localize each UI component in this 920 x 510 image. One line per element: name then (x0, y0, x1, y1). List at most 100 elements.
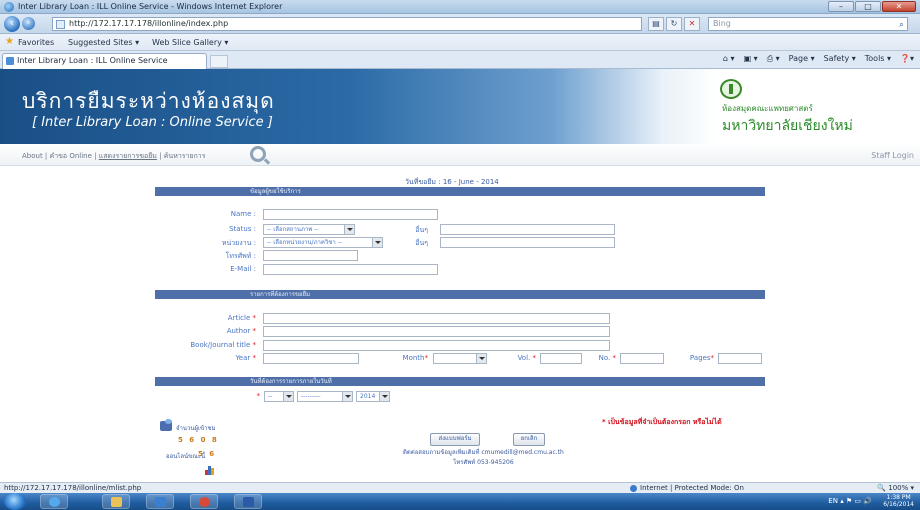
phone-field[interactable] (263, 250, 358, 261)
status-other-field[interactable] (440, 224, 615, 235)
volume-label: Vol. * (517, 354, 536, 362)
book-journal-title-field[interactable] (263, 340, 610, 351)
address-field[interactable]: http://172.17.17.178/illonline/index.php (52, 17, 642, 31)
new-tab-button[interactable] (210, 55, 228, 68)
taskbar-ie-button[interactable] (40, 494, 68, 509)
help-menu[interactable]: ❓▾ (900, 54, 914, 64)
web-slice-gallery-link[interactable]: Web Slice Gallery ▾ (152, 38, 228, 47)
internet-explorer-icon (4, 2, 14, 12)
author-field[interactable] (263, 326, 610, 337)
nav-request-list[interactable]: แสดงรายการขอยืม (99, 152, 157, 160)
article-field[interactable] (263, 313, 610, 324)
stats-chart-icon[interactable] (205, 466, 215, 475)
globe-icon (630, 485, 637, 492)
system-clock[interactable]: 1:38 PM 6/16/2014 (883, 494, 914, 508)
taskbar-explorer-button[interactable] (102, 494, 130, 509)
banner-thai-title: บริการยืมระหว่างห้องสมุด (22, 89, 275, 113)
online-count: 5 6 (198, 450, 217, 458)
visitors-icon (160, 419, 172, 431)
section-needed-by: วันที่ต้องการรายการภายในวันที่ (155, 377, 765, 386)
refresh-icon[interactable]: ↻ (666, 17, 682, 31)
nav-about[interactable]: About (22, 152, 43, 160)
suggested-sites-link[interactable]: Suggested Sites ▾ (68, 38, 139, 47)
contact-info: ติดต่อสอบถามข้อมูลเพิ่มเติมที่ cmumedill… (403, 447, 564, 467)
name-field[interactable] (263, 209, 438, 220)
nav-search[interactable]: ค้นหารายการ (164, 152, 206, 160)
site-banner: บริการยืมระหว่างห้องสมุด [ Inter Library… (0, 69, 920, 144)
needed-month-value: --------- (301, 393, 321, 400)
status-select[interactable]: -- เลือกสถานภาพ -- (263, 224, 355, 235)
minimize-button[interactable]: – (828, 1, 854, 12)
pages-field[interactable] (718, 353, 762, 364)
banner-english-title: [ Inter Library Loan : Online Service ] (32, 115, 273, 130)
visitor-count-label: จำนวนผู้เข้าชม (176, 425, 216, 432)
library-name: ห้องสมุดคณะแพทยศาสตร์ (722, 104, 813, 113)
start-button[interactable] (4, 493, 26, 510)
tools-menu[interactable]: Tools ▾ (865, 54, 891, 64)
magnifier-search-icon[interactable] (250, 146, 266, 162)
volume-field[interactable] (540, 353, 582, 364)
required-note: * เป็นข้อมูลที่จำเป็นต้องกรอก หรือไม่ได้ (602, 418, 722, 426)
month-label: Month* (402, 354, 428, 362)
stop-icon[interactable]: ✕ (684, 17, 700, 31)
needed-day-value: -- (268, 393, 273, 400)
chevron-down-icon (372, 238, 382, 247)
email-label: E-Mail : (230, 265, 256, 273)
home-icon[interactable]: ⌂ ▾ (723, 54, 735, 64)
section-item-info: รายการที่ต้องการขอยืม (155, 290, 765, 299)
taskbar-media-button[interactable] (146, 494, 174, 509)
month-select[interactable] (433, 353, 487, 364)
needed-day-select[interactable]: -- (264, 391, 294, 402)
favorites-star-icon[interactable]: ★ (5, 36, 14, 47)
tab-ill-online[interactable]: Inter Library Loan : ILL Online Service (2, 53, 207, 69)
safety-menu[interactable]: Safety ▾ (824, 54, 856, 64)
windows-taskbar: EN ▴ ⚑ ▭ 🔊 1:38 PM 6/16/2014 (0, 493, 920, 510)
contact-email-line: ติดต่อสอบถามข้อมูลเพิ่มเติมที่ cmumedill… (403, 449, 564, 456)
email-field[interactable] (263, 264, 438, 275)
window-titlebar: Inter Library Loan : ILL Online Service … (0, 0, 920, 14)
favorites-bar: ★ Favorites Suggested Sites ▾ Web Slice … (0, 34, 920, 51)
language-indicator[interactable]: EN (828, 497, 838, 505)
department-other-label: อื่นๆ (415, 239, 428, 247)
print-icon[interactable]: ⎙ ▾ (767, 54, 780, 64)
address-url: http://172.17.17.178/illonline/index.php (69, 19, 229, 28)
favorites-button[interactable]: Favorites (18, 38, 54, 47)
nav-request-online[interactable]: คำขอ Online (50, 152, 92, 160)
staff-login-link[interactable]: Staff Login (871, 151, 914, 160)
maximize-button[interactable]: □ (855, 1, 881, 12)
compatibility-view-icon[interactable]: ▤ (648, 17, 664, 31)
phone-label: โทรศัพท์ : (225, 252, 256, 260)
search-placeholder: Bing (713, 19, 731, 28)
year-field[interactable] (263, 353, 359, 364)
page-menu[interactable]: Page ▾ (789, 54, 815, 64)
taskbar-chrome-button[interactable] (190, 494, 218, 509)
submit-button[interactable]: ส่งแบบฟอร์ม (430, 433, 480, 446)
status-label: Status : (229, 225, 256, 233)
needed-month-select[interactable]: --------- (297, 391, 353, 402)
status-url: http://172.17.17.178/illonline/mlist.php (4, 484, 142, 492)
search-input[interactable]: Bing ⌕ (708, 17, 908, 31)
needed-year-value: 2014 (360, 393, 376, 400)
required-marker: * (256, 392, 261, 400)
department-select[interactable]: -- เลือกหน่วยงาน/ภาควิชา -- (263, 237, 383, 248)
close-button[interactable]: ✕ (882, 1, 916, 12)
address-toolbar: ‹ › http://172.17.17.178/illonline/index… (0, 14, 920, 34)
author-label: Author * (226, 327, 256, 335)
status-select-value: -- เลือกสถานภาพ -- (267, 226, 319, 233)
site-nav: About | คำขอ Online | แสดงรายการขอยืม | … (0, 144, 920, 166)
department-other-field[interactable] (440, 237, 615, 248)
chevron-down-icon (379, 392, 389, 401)
cancel-button[interactable]: ยกเลิก (513, 433, 545, 446)
forward-button[interactable]: › (22, 17, 35, 30)
pages-label: Pages* (689, 354, 714, 362)
clock-date: 6/16/2014 (883, 501, 914, 508)
needed-year-select[interactable]: 2014 (356, 391, 390, 402)
zoom-level[interactable]: 🔍 100% ▾ (877, 484, 914, 492)
number-field[interactable] (620, 353, 664, 364)
department-select-value: -- เลือกหน่วยงาน/ภาควิชา -- (267, 239, 342, 246)
taskbar-word-button[interactable] (234, 494, 262, 509)
back-button[interactable]: ‹ (4, 16, 20, 32)
university-emblem-icon (720, 79, 742, 99)
search-icon[interactable]: ⌕ (899, 19, 904, 31)
feeds-icon[interactable]: ▣ ▾ (744, 54, 758, 64)
